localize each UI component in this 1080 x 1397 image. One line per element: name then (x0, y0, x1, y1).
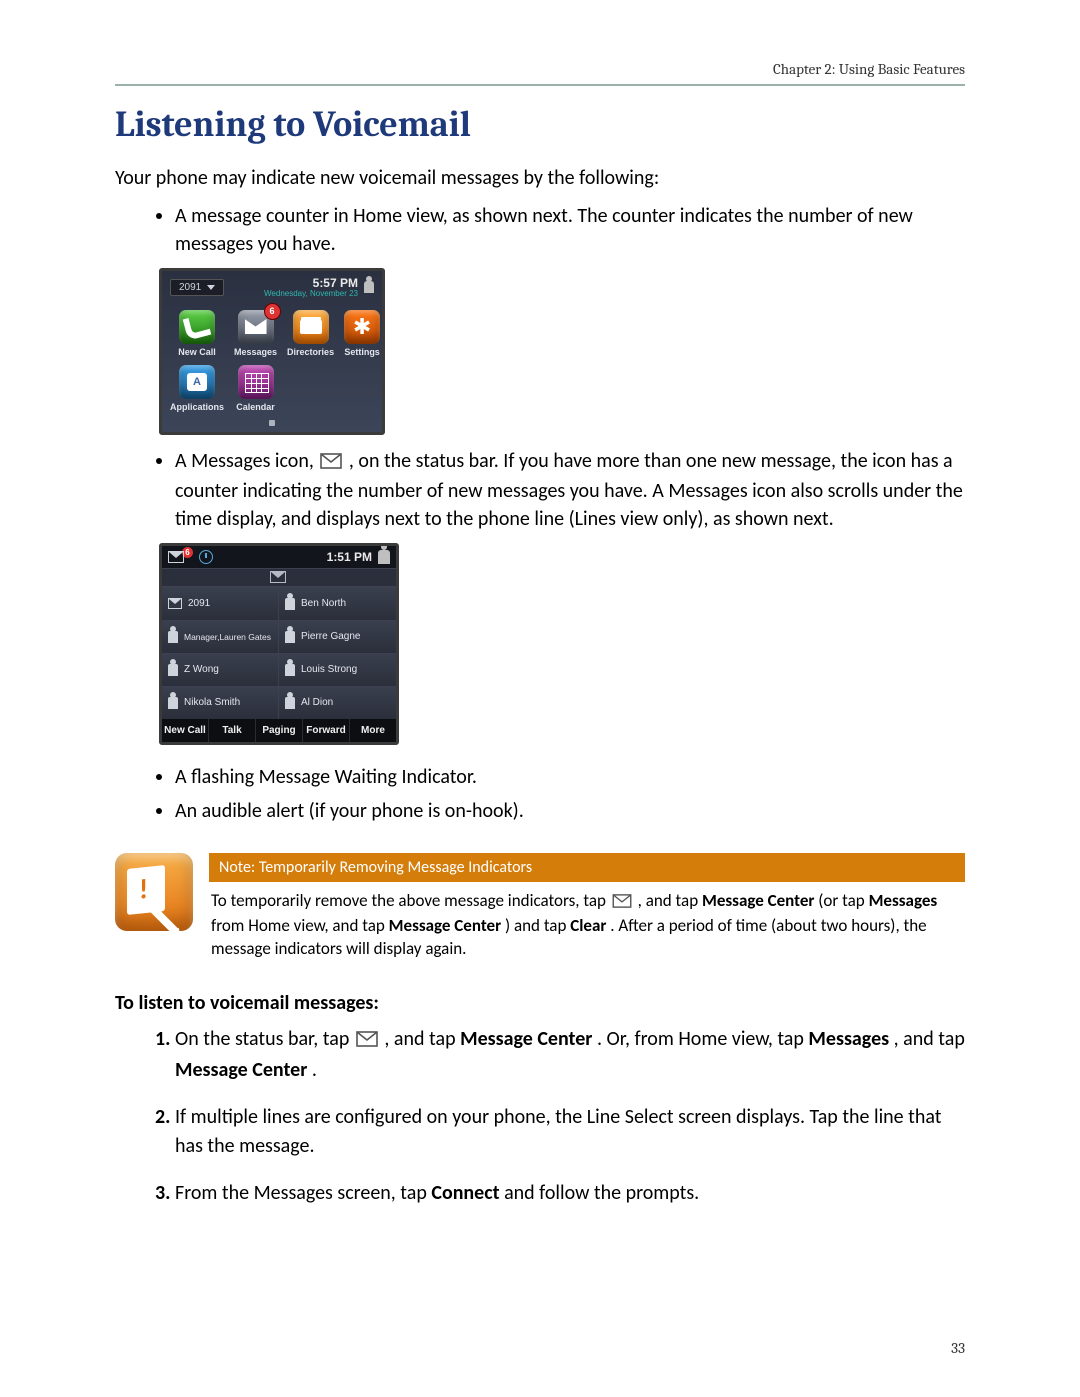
line-cell: Ben North (279, 587, 396, 620)
clock-time: 5:57 PM (264, 277, 358, 290)
softkey: Talk (209, 719, 256, 742)
bullet-item: An audible alert (if your phone is on-ho… (175, 797, 965, 825)
contact-icon (285, 631, 295, 643)
note-title: Note: Temporarily Removing Message Indic… (209, 853, 965, 882)
header-divider (115, 84, 965, 86)
contact-icon (285, 697, 295, 709)
clock-time: 1:51 PM (327, 550, 372, 564)
softkey: Forward (303, 719, 350, 742)
line-cell: Pierre Gagne (279, 620, 396, 653)
page-number: 33 (951, 1339, 965, 1357)
line-cell: Louis Strong (279, 653, 396, 686)
bullet-item: A Messages icon, , on the status bar. If… (175, 447, 965, 533)
contact-icon (168, 697, 178, 709)
line-cell: 2091 (162, 587, 279, 620)
note-text: To temporarily remove the above message … (209, 882, 965, 961)
tile-messages: 6 Messages (234, 310, 277, 357)
bullet-item: A message counter in Home view, as shown… (175, 202, 965, 258)
phone-icon (179, 310, 215, 344)
envelope-icon: 6 (238, 310, 274, 344)
page-title: Listening to Voicemail (115, 104, 965, 145)
folder-icon (293, 310, 329, 344)
envelope-icon (356, 1027, 378, 1056)
lines-view-screenshot: 6 1:51 PM 2091 Ben North Manager,Lauren … (159, 543, 399, 745)
tile-new-call: New Call (170, 310, 224, 357)
tile-settings: Settings (344, 310, 380, 357)
user-icon (364, 281, 374, 293)
step-item: On the status bar, tap , and tap Message… (175, 1025, 965, 1085)
note-icon (115, 853, 193, 931)
note-box: Note: Temporarily Removing Message Indic… (115, 853, 965, 961)
softkey: Paging (256, 719, 303, 742)
line-cell: Al Dion (279, 686, 396, 719)
line-cell: Nikola Smith (162, 686, 279, 719)
envelope-icon (168, 551, 184, 563)
clock-date: Wednesday, November 23 (264, 290, 358, 298)
contact-icon (168, 631, 178, 643)
contact-icon (285, 598, 295, 610)
envelope-icon (270, 571, 286, 583)
gear-icon (344, 310, 380, 344)
page-indicator-icon (269, 420, 275, 426)
contact-icon (285, 664, 295, 676)
line-number: 2091 (179, 282, 201, 293)
procedure-heading: To listen to voicemail messages: (115, 991, 965, 1015)
softkey: More (350, 719, 396, 742)
intro-text: Your phone may indicate new voicemail me… (115, 165, 965, 192)
envelope-icon (612, 892, 632, 915)
chapter-header: Chapter 2: Using Basic Features (115, 60, 965, 84)
message-badge: 6 (265, 304, 280, 319)
tile-applications: Applications (170, 365, 224, 412)
line-cell: Manager,Lauren Gates (162, 620, 279, 653)
calendar-icon (238, 365, 274, 399)
step-item: From the Messages screen, tap Connect an… (175, 1179, 965, 1208)
line-selector: 2091 (170, 279, 224, 296)
envelope-icon (168, 598, 182, 609)
bullet-item: A flashing Message Waiting Indicator. (175, 763, 965, 791)
line-cell: Z Wong (162, 653, 279, 686)
applications-icon (179, 365, 215, 399)
clock-icon (199, 550, 213, 564)
tile-calendar: Calendar (234, 365, 277, 412)
chevron-down-icon (207, 285, 215, 290)
softkey: New Call (162, 719, 209, 742)
user-icon (378, 550, 390, 564)
step-item: If multiple lines are configured on your… (175, 1103, 965, 1161)
tile-directories: Directories (287, 310, 334, 357)
home-view-screenshot: 2091 5:57 PM Wednesday, November 23 New … (159, 268, 385, 435)
contact-icon (168, 664, 178, 676)
envelope-icon (320, 449, 342, 477)
